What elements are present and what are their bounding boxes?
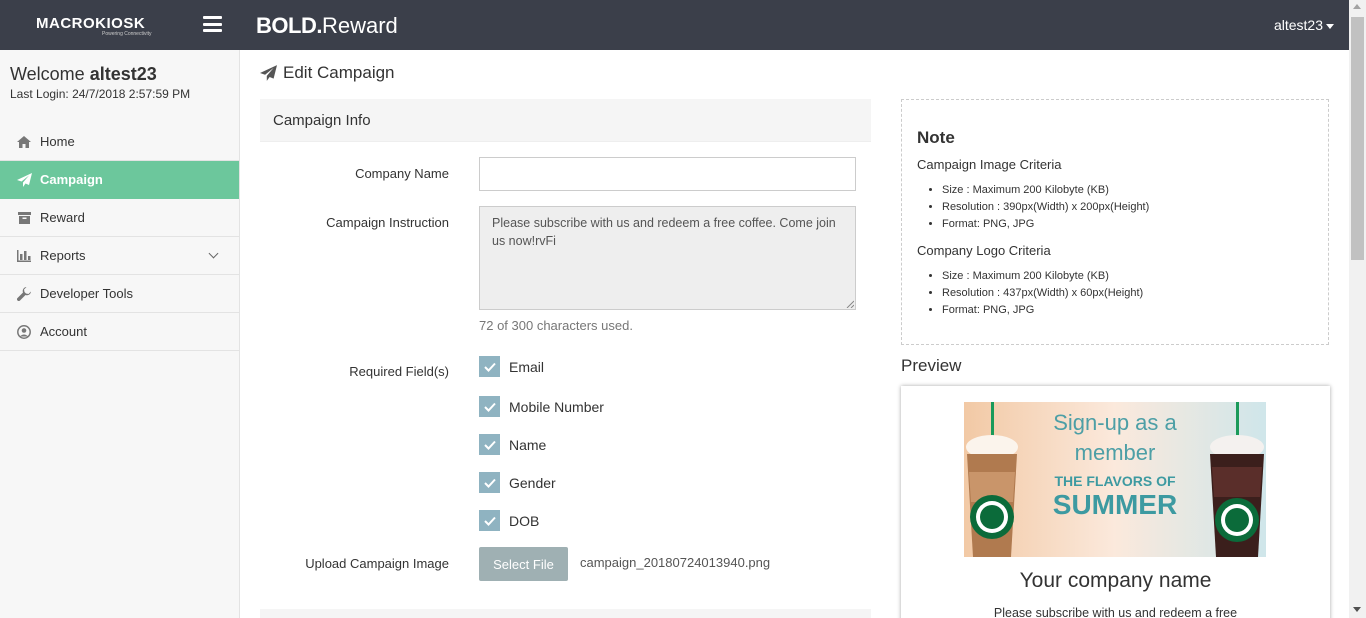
required-field-dob[interactable]: DOB	[479, 510, 539, 531]
promo-text: member	[1075, 440, 1156, 465]
sidebar-item-home[interactable]: Home	[0, 123, 239, 161]
campaign-instruction-label: Campaign Instruction	[326, 215, 449, 230]
logo-tagline: Powering Connectivity	[102, 31, 152, 37]
company-logo-criteria-list: Size : Maximum 200 Kilobyte (KB) Resolut…	[942, 268, 1143, 319]
sidebar-item-campaign[interactable]: Campaign	[0, 161, 239, 199]
scrollbar-thumb[interactable]	[1351, 17, 1364, 260]
checkbox-checked-icon[interactable]	[479, 356, 500, 377]
checkbox-checked-icon[interactable]	[479, 434, 500, 455]
required-field-gender[interactable]: Gender	[479, 472, 556, 493]
list-item: Format: PNG, JPG	[942, 216, 1149, 233]
required-field-mobile-number[interactable]: Mobile Number	[479, 396, 604, 417]
preview-company-name: Your company name	[1019, 569, 1212, 592]
bold-reward-logo: BOLD.Reward	[256, 13, 398, 38]
campaign-instruction-textarea[interactable]: Please subscribe with us and redeem a fr…	[479, 206, 856, 310]
list-item: Size : Maximum 200 Kilobyte (KB)	[942, 268, 1143, 285]
checkbox-checked-icon[interactable]	[479, 510, 500, 531]
sidebar-item-reports[interactable]: Reports	[0, 237, 239, 275]
page-title: Edit Campaign	[260, 63, 395, 83]
resize-handle-icon[interactable]	[846, 300, 854, 308]
list-item: Resolution : 437px(Width) x 60px(Height)	[942, 285, 1143, 302]
sidebar-item-reward[interactable]: Reward	[0, 199, 239, 237]
preview-card: Sign-up as a member THE FLAVORS OF SUMME…	[901, 386, 1330, 618]
company-name-label: Company Name	[355, 166, 449, 181]
character-count: 72 of 300 characters used.	[479, 318, 633, 333]
campaign-info-header: Campaign Info	[260, 99, 871, 142]
promo-text: THE FLAVORS OF	[1054, 473, 1176, 489]
selected-file-name: campaign_20180724013940.png	[580, 555, 771, 570]
bar-chart-icon	[16, 249, 32, 263]
user-circle-icon	[16, 324, 32, 339]
caret-down-icon	[1326, 23, 1334, 29]
sidebar-item-developer-tools[interactable]: Developer Tools	[0, 275, 239, 313]
macrokiosk-logo[interactable]: MACROKIOSK Powering Connectivity	[36, 15, 151, 37]
page-scrollbar[interactable]	[1349, 0, 1366, 618]
sidebar-item-account[interactable]: Account	[0, 313, 239, 351]
hamburger-menu-icon[interactable]	[203, 16, 222, 32]
sidebar: Welcome altest23 Last Login: 24/7/2018 2…	[0, 50, 240, 618]
last-login: Last Login: 24/7/2018 2:57:59 PM	[10, 87, 191, 101]
promo-text: SUMMER	[1053, 489, 1177, 520]
chevron-down-icon	[208, 248, 219, 259]
welcome-message: Welcome altest23	[10, 64, 157, 84]
wrench-icon	[16, 286, 32, 301]
campaign-image-criteria-title: Campaign Image Criteria	[917, 157, 1062, 172]
scroll-down-arrow-icon[interactable]	[1353, 607, 1361, 612]
scroll-up-arrow-icon[interactable]	[1353, 4, 1361, 9]
preview-label: Preview	[901, 356, 962, 375]
select-file-button[interactable]: Select File	[479, 547, 568, 581]
checkbox-checked-icon[interactable]	[479, 472, 500, 493]
promo-text: Sign-up as a	[1053, 410, 1177, 435]
note-title: Note	[917, 128, 955, 147]
checkbox-checked-icon[interactable]	[479, 396, 500, 417]
preview-instruction: Please subscribe with us and redeem a fr…	[993, 606, 1238, 618]
campaign-image-criteria-list: Size : Maximum 200 Kilobyte (KB) Resolut…	[942, 182, 1149, 233]
top-navbar: MACROKIOSK Powering Connectivity BOLD.Re…	[0, 0, 1349, 50]
list-item: Size : Maximum 200 Kilobyte (KB)	[942, 182, 1149, 199]
main-content: Edit Campaign Campaign Info Company Name…	[240, 50, 1349, 618]
required-field-email[interactable]: Email	[479, 356, 544, 377]
home-icon	[16, 135, 32, 149]
campaign-image-preview: Sign-up as a member THE FLAVORS OF SUMME…	[964, 402, 1266, 557]
sidebar-nav: Home Campaign Reward Reports Developer T…	[0, 123, 239, 351]
paper-plane-icon	[16, 172, 32, 187]
upload-campaign-image-label: Upload Campaign Image	[305, 556, 449, 571]
required-fields-label: Required Field(s)	[349, 364, 449, 379]
user-menu-dropdown[interactable]: altest23	[1274, 17, 1334, 33]
next-section-header	[260, 609, 871, 618]
archive-icon	[16, 211, 32, 225]
paper-plane-icon	[260, 65, 277, 81]
list-item: Resolution : 390px(Width) x 200px(Height…	[942, 199, 1149, 216]
list-item: Format: PNG, JPG	[942, 302, 1143, 319]
note-box: Note Campaign Image Criteria Size : Maxi…	[901, 99, 1329, 345]
company-name-input[interactable]	[479, 157, 856, 191]
company-logo-criteria-title: Company Logo Criteria	[917, 243, 1051, 258]
required-field-name[interactable]: Name	[479, 434, 546, 455]
